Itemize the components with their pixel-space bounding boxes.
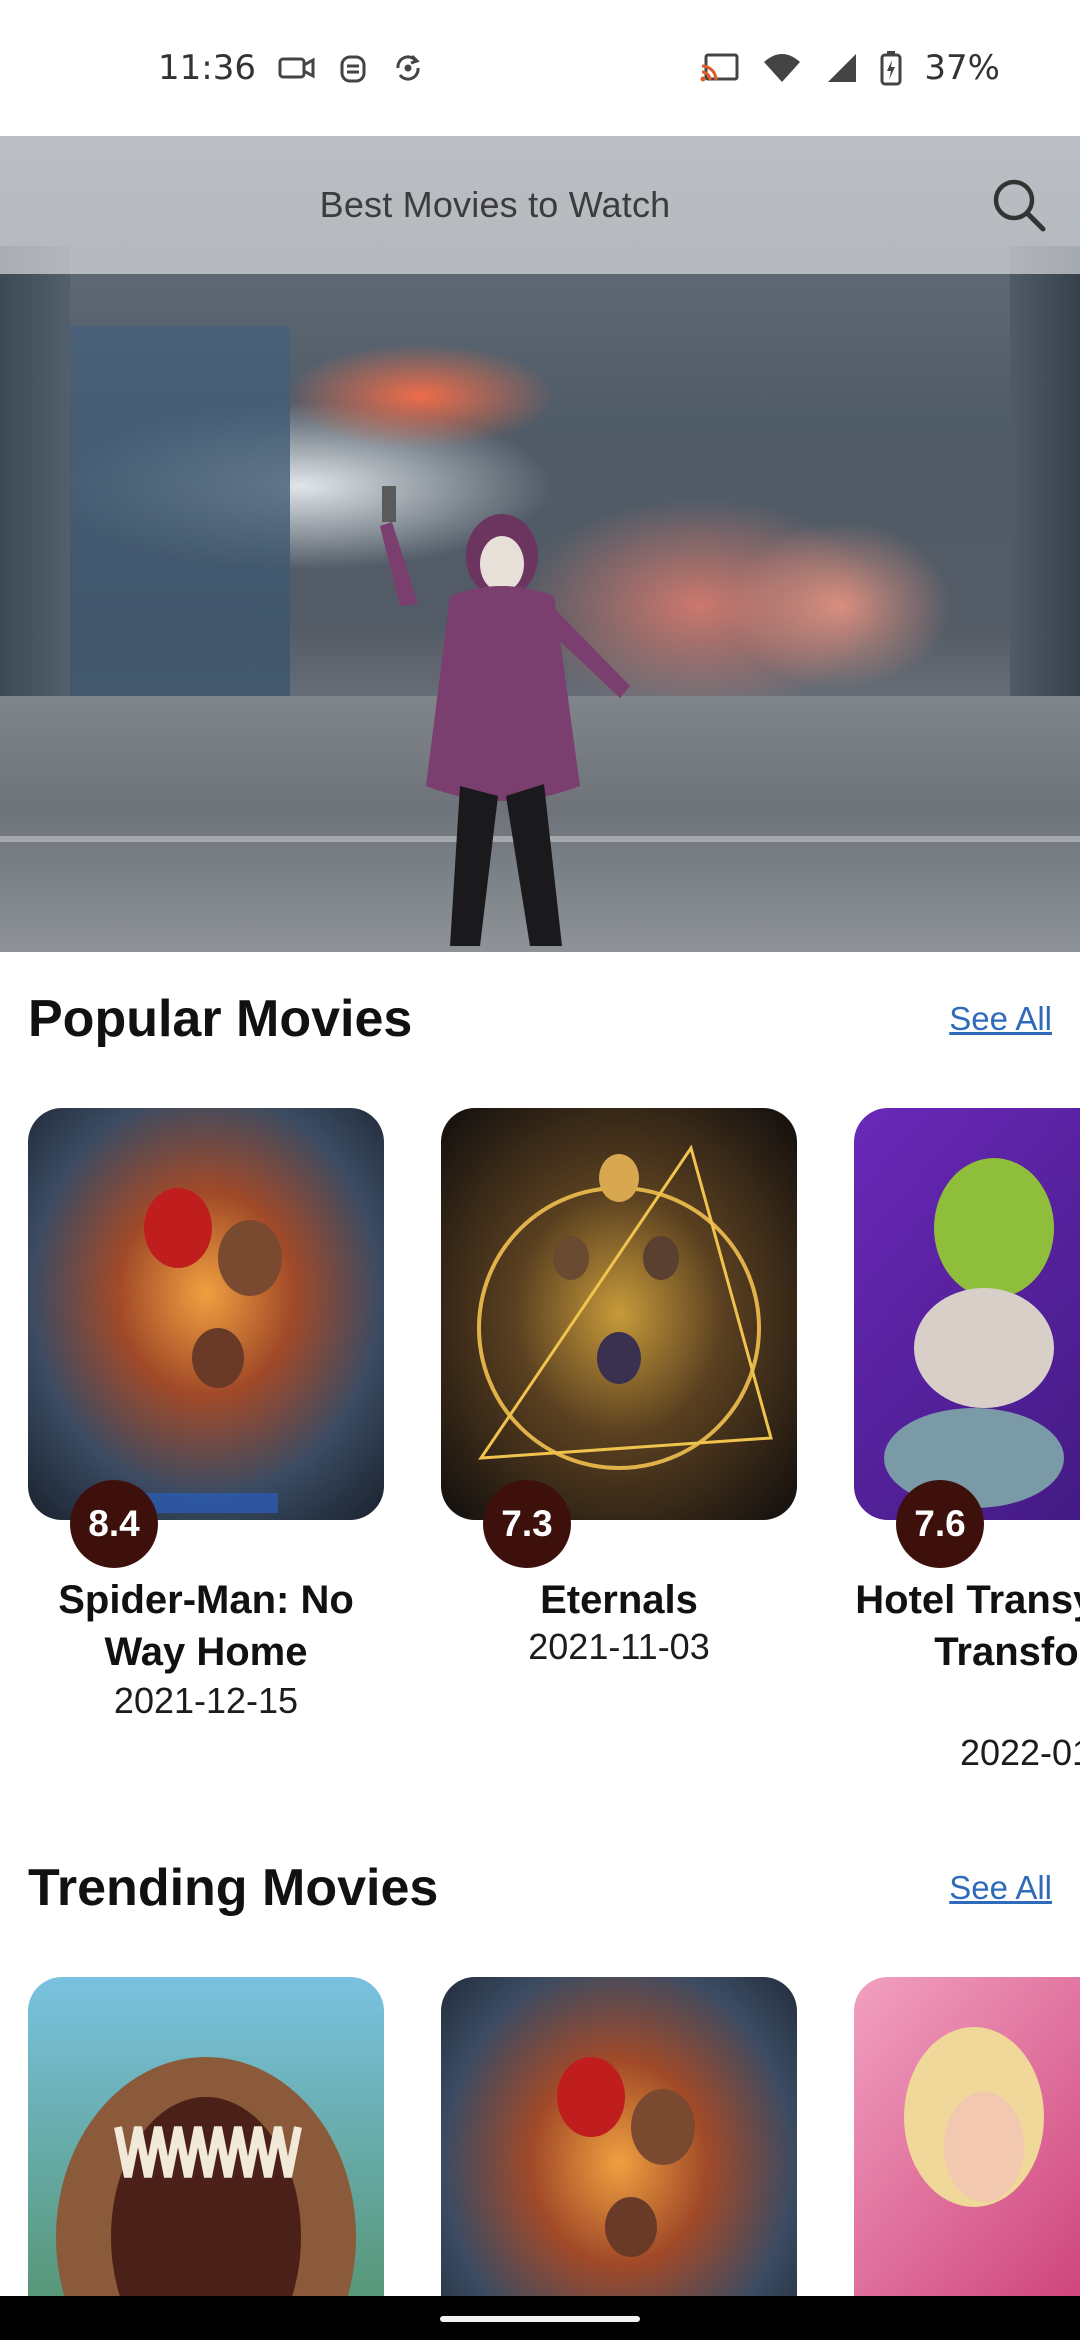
poster-art [854, 1977, 1080, 2296]
movie-title: Spider-Man: No Way Home [58, 1578, 354, 1674]
movie-poster[interactable] [28, 1977, 384, 2296]
hero-pillar-left [0, 246, 70, 766]
rating-badge: 8.4 [70, 1480, 158, 1568]
video-camera-icon [278, 53, 316, 83]
movie-title: Hotel Transylvania Transform [855, 1578, 1080, 1674]
hero-wall-panel [60, 326, 290, 696]
movie-card[interactable] [28, 1977, 384, 2296]
app-screen: 11:36 37% Best Movies to Watch Popular M… [0, 0, 1080, 2340]
movie-card[interactable] [854, 1977, 1080, 2296]
section-title: Trending Movies [28, 1859, 439, 1917]
search-button[interactable] [984, 170, 1054, 240]
home-gesture-handle[interactable] [440, 2316, 640, 2322]
status-right: 37% [700, 48, 1000, 88]
app-title: Best Movies to Watch [319, 184, 671, 225]
signal-icon [824, 52, 858, 84]
poster-art [28, 1108, 384, 1520]
movie-card[interactable]: 8.4 Spider-Man: No Way Home 2021-12-15 [28, 1108, 384, 1721]
poster-art [441, 1108, 797, 1520]
status-left: 11:36 [158, 48, 426, 88]
hero-person-illustration [380, 486, 630, 946]
hero-banner: Best Movies to Watch [0, 136, 1080, 952]
status-time: 11:36 [158, 48, 256, 88]
wifi-icon [762, 52, 802, 84]
movie-release-date: 2021-11-03 [528, 1626, 710, 1667]
movie-poster[interactable] [441, 1108, 797, 1520]
see-all-trending-link[interactable]: See All [949, 1843, 1052, 1933]
movie-release-date: 2021-12-15 [113, 1680, 299, 1721]
poster-art [28, 1977, 384, 2296]
movie-poster[interactable] [854, 1977, 1080, 2296]
movie-poster[interactable] [441, 1977, 797, 2296]
rating-badge: 7.6 [896, 1480, 984, 1568]
cast-icon [700, 52, 740, 84]
robot-icon [338, 51, 368, 85]
hero-pillar-right [1010, 246, 1080, 766]
popular-movies-header: Popular Movies See All [0, 974, 1080, 1064]
movie-card[interactable] [441, 1977, 797, 2296]
battery-percent: 37% [924, 48, 1000, 88]
movie-poster[interactable] [28, 1108, 384, 1520]
status-bar: 11:36 37% [0, 0, 1080, 136]
section-title: Popular Movies [28, 990, 413, 1048]
movie-poster[interactable] [854, 1108, 1080, 1520]
poster-art [854, 1108, 1080, 1520]
sync-icon [390, 50, 426, 86]
movie-title: Eternals [540, 1578, 698, 1622]
rating-badge: 7.3 [483, 1480, 571, 1568]
trending-movies-header: Trending Movies See All [0, 1843, 1080, 1933]
movie-card[interactable]: 7.3 Eternals 2021-11-03 [441, 1108, 797, 1667]
navigation-bar [0, 2296, 1080, 2340]
battery-charging-icon [880, 50, 902, 86]
movie-release-date: 2022-01- [959, 1732, 1080, 1773]
movie-card[interactable]: 7.6 Hotel Transylvania Transform 2022-01… [854, 1108, 1080, 1773]
popular-movies-row[interactable]: 8.4 Spider-Man: No Way Home 2021-12-15 7… [0, 1108, 1080, 1788]
poster-art [441, 1977, 797, 2296]
see-all-popular-link[interactable]: See All [949, 974, 1052, 1064]
trending-movies-row[interactable] [0, 1977, 1080, 2296]
search-icon [993, 179, 1046, 232]
